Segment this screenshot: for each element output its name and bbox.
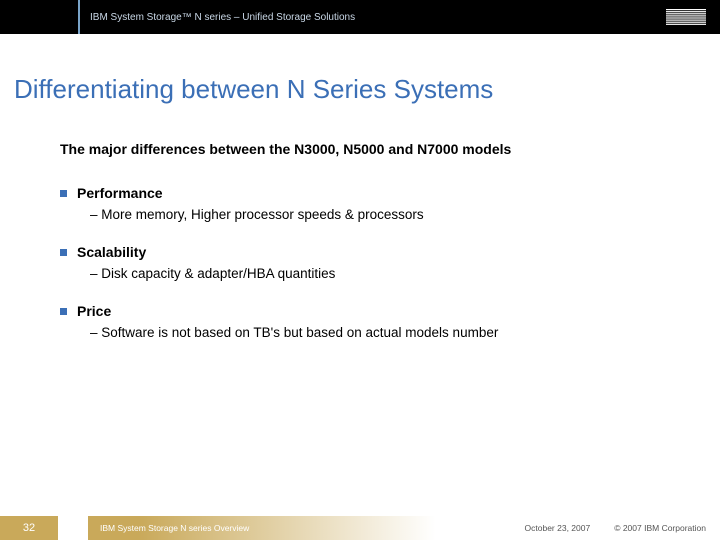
section-head: Price xyxy=(60,303,720,319)
section-title: Scalability xyxy=(77,244,146,260)
bullet-icon xyxy=(60,308,67,315)
footer-doc-title: IBM System Storage N series Overview xyxy=(100,523,249,533)
section-price: Price Software is not based on TB's but … xyxy=(60,303,720,340)
section-performance: Performance More memory, Higher processo… xyxy=(60,185,720,222)
section-title: Performance xyxy=(77,185,163,201)
page-number: 32 xyxy=(0,516,58,540)
footer-date: October 23, 2007 xyxy=(525,523,591,533)
bullet-icon xyxy=(60,249,67,256)
header-accent xyxy=(0,0,80,34)
bullet-icon xyxy=(60,190,67,197)
header-title: IBM System Storage™ N series – Unified S… xyxy=(90,12,355,23)
slide-title: Differentiating between N Series Systems xyxy=(14,74,720,105)
slide-subtitle: The major differences between the N3000,… xyxy=(60,141,720,157)
header-left: IBM System Storage™ N series – Unified S… xyxy=(0,0,355,34)
content-body: Performance More memory, Higher processo… xyxy=(60,185,720,340)
footer-copyright: © 2007 IBM Corporation xyxy=(614,523,706,533)
section-scalability: Scalability Disk capacity & adapter/HBA … xyxy=(60,244,720,281)
section-head: Performance xyxy=(60,185,720,201)
slide-footer: 32 IBM System Storage N series Overview … xyxy=(0,516,720,540)
footer-right: October 23, 2007 © 2007 IBM Corporation xyxy=(525,516,720,540)
section-head: Scalability xyxy=(60,244,720,260)
slide-header: IBM System Storage™ N series – Unified S… xyxy=(0,0,720,34)
section-detail: Software is not based on TB's but based … xyxy=(90,325,720,340)
section-detail: More memory, Higher processor speeds & p… xyxy=(90,207,720,222)
ibm-logo-icon xyxy=(666,9,706,25)
section-title: Price xyxy=(77,303,111,319)
section-detail: Disk capacity & adapter/HBA quantities xyxy=(90,266,720,281)
